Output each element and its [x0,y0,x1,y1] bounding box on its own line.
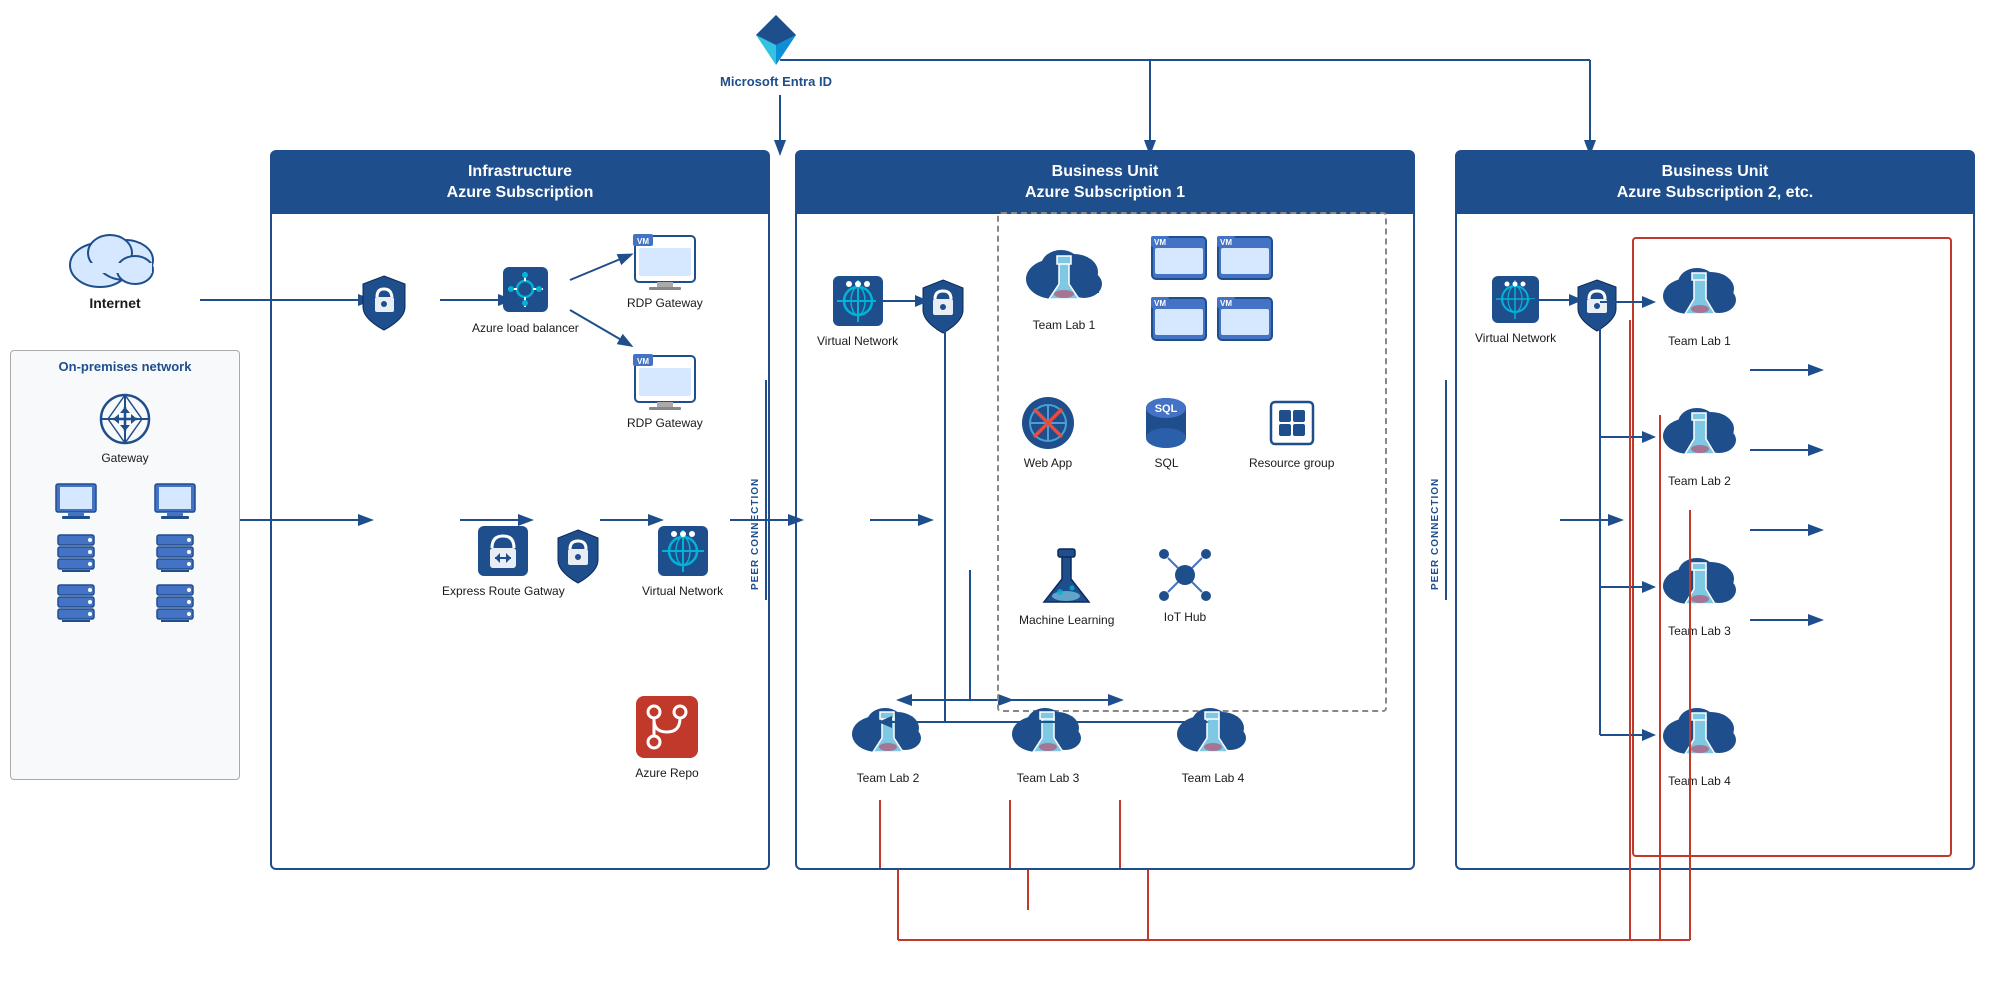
azure-repo-icon: Azure Repo [632,692,702,782]
diagram-container: Microsoft Entra ID Internet On-premises … [0,0,2000,983]
bu1-subscription-box: Business Unit Azure Subscription 1 Virtu… [795,150,1415,870]
on-prem-label: On-premises network [11,351,239,382]
rdp-gateway-1-icon: VM RDP Gateway [627,232,703,312]
internet-icon: Internet [60,215,170,312]
express-route-icon: Express Route Gatway [442,522,565,600]
infra-firewall-icon [357,272,412,334]
on-prem-box: On-premises network Gateway [10,350,240,780]
entra-id-icon: Microsoft Entra ID [720,10,832,91]
server-icon [52,532,100,572]
server-icon [151,532,199,572]
load-balancer-label: Azure load balancer [472,321,579,337]
express-route-label: Express Route Gatway [442,584,565,600]
entra-id-label: Microsoft Entra ID [720,74,832,91]
virtual-network-infra-icon: Virtual Network [642,522,723,600]
rdp-gateway-1-label: RDP Gateway [627,296,703,312]
infra-subscription-header: Infrastructure Azure Subscription [272,152,768,214]
infra-firewall2-icon [552,527,604,587]
computer-icon [52,482,100,522]
load-balancer-icon: Azure load balancer [472,262,579,337]
bu2-subscription-box: Business Unit Azure Subscription 2, etc.… [1455,150,1975,870]
gateway-label: Gateway [11,451,239,467]
internet-label: Internet [89,294,140,312]
virtual-network-infra-label: Virtual Network [642,584,723,600]
rdp-gateway-2-label: RDP Gateway [627,416,703,432]
computer-icon [151,482,199,522]
gateway-icon: Gateway [11,392,239,467]
svg-text:VM: VM [637,237,649,246]
infra-subscription-box: Infrastructure Azure Subscription [270,150,770,870]
azure-repo-label: Azure Repo [635,766,698,782]
server-icon [151,582,199,622]
server-icon [52,582,100,622]
rdp-gateway-2-icon: VM RDP Gateway [627,352,703,432]
svg-text:VM: VM [637,357,649,366]
